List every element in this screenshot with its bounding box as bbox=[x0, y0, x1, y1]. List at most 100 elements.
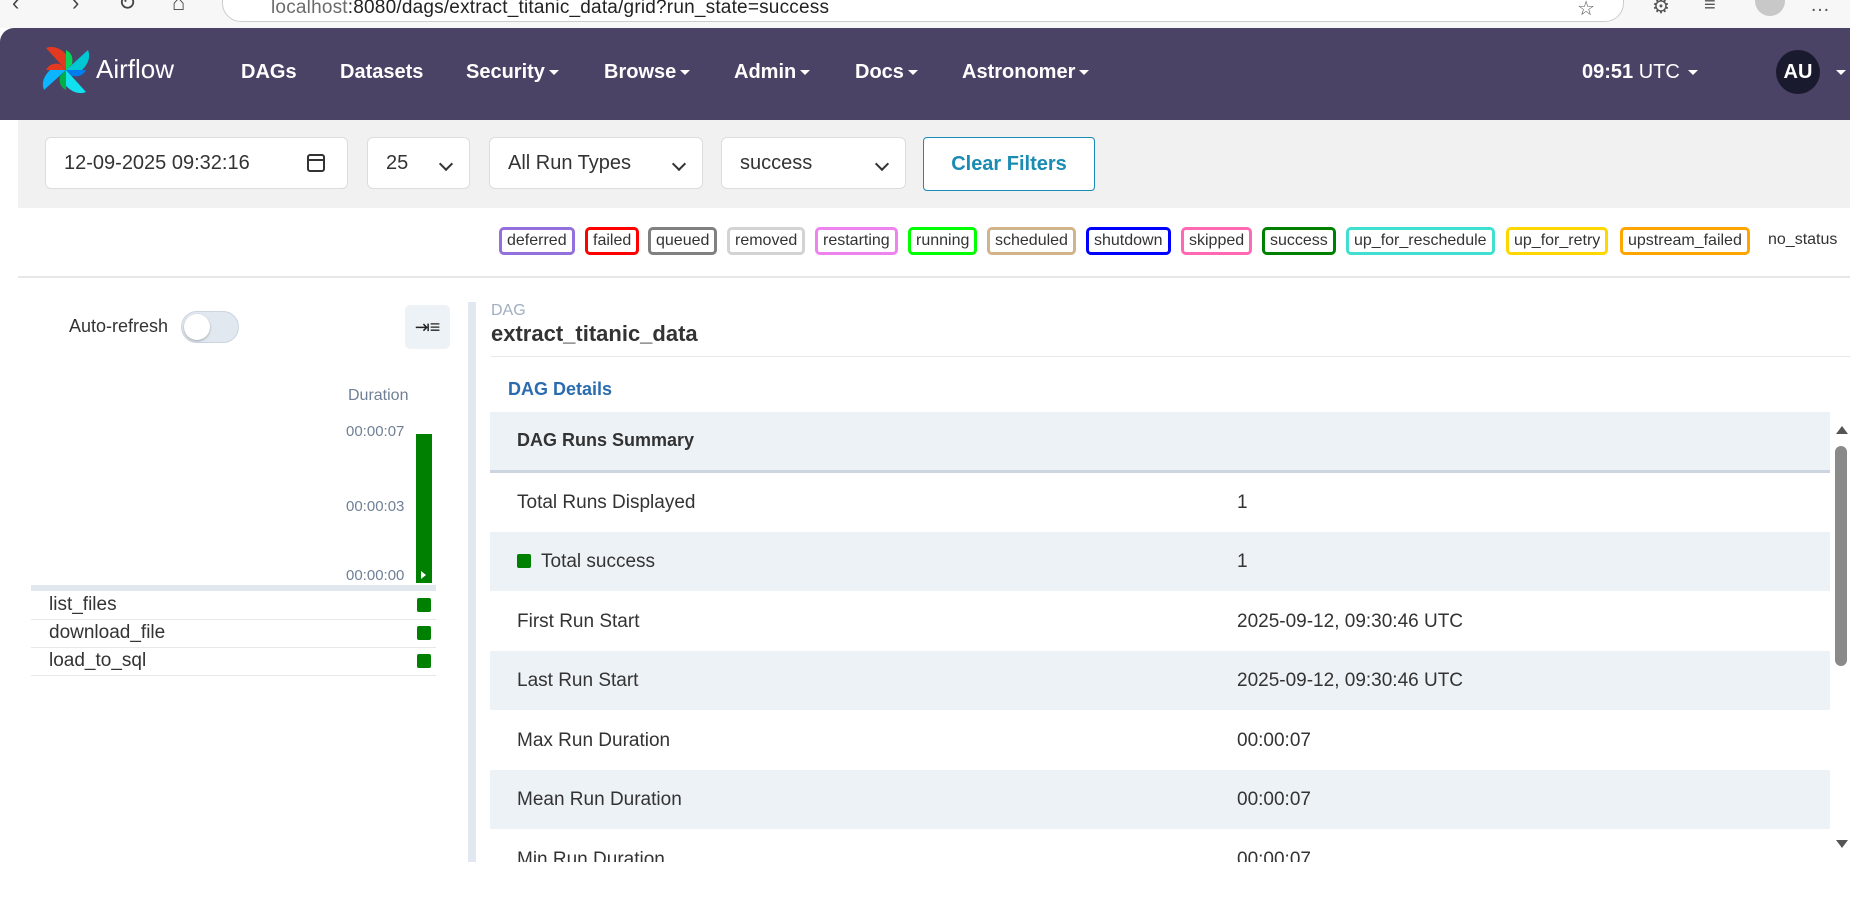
duration-tick: 00:00:03 bbox=[346, 498, 405, 515]
dag-id-title[interactable]: extract_titanic_data bbox=[491, 321, 698, 347]
calendar-icon[interactable] bbox=[307, 154, 325, 172]
chevron-down-icon bbox=[438, 156, 454, 172]
legend-restarting[interactable]: restarting bbox=[815, 227, 898, 255]
table-row: First Run Start 2025-09-12, 09:30:46 UTC bbox=[490, 592, 1830, 651]
row-value: 00:00:07 bbox=[1237, 789, 1311, 810]
table-row: Total success 1 bbox=[490, 532, 1830, 591]
run-state-select[interactable]: success bbox=[721, 137, 906, 189]
forward-icon[interactable]: › bbox=[72, 0, 79, 16]
collapse-panel-button[interactable]: ⇥≡ bbox=[405, 305, 450, 349]
run-type-select[interactable]: All Run Types bbox=[489, 137, 703, 189]
table-row: Max Run Duration 00:00:07 bbox=[490, 711, 1830, 770]
task-instance-status[interactable] bbox=[417, 654, 431, 668]
extensions-icon[interactable]: ⚙ bbox=[1652, 0, 1670, 19]
back-icon[interactable]: ‹ bbox=[12, 0, 19, 16]
divider bbox=[491, 356, 1850, 357]
nav-astronomer[interactable]: Astronomer bbox=[962, 61, 1090, 84]
legend-deferred[interactable]: deferred bbox=[499, 227, 575, 255]
task-name[interactable]: download_file bbox=[49, 622, 165, 644]
clear-filters-button[interactable]: Clear Filters bbox=[923, 137, 1095, 191]
nav-datasets[interactable]: Datasets bbox=[340, 61, 423, 84]
collapse-panel-icon: ⇥≡ bbox=[414, 317, 441, 337]
chevron-down-icon bbox=[874, 156, 890, 172]
row-key: Total success bbox=[517, 551, 655, 573]
legend-no-status[interactable]: no_status bbox=[1768, 231, 1837, 249]
browser-profile-icon[interactable] bbox=[1755, 0, 1785, 16]
success-status-icon bbox=[517, 554, 531, 568]
row-value: 2025-09-12, 09:30:46 UTC bbox=[1237, 611, 1464, 632]
row-value: 00:00:07 bbox=[1237, 730, 1311, 751]
home-icon[interactable]: ⌂ bbox=[172, 0, 185, 16]
user-avatar[interactable]: AU bbox=[1776, 50, 1820, 94]
duration-tick: 00:00:07 bbox=[346, 423, 405, 440]
task-instance-status[interactable] bbox=[417, 598, 431, 612]
auto-refresh-toggle[interactable] bbox=[181, 311, 239, 343]
row-value: 1 bbox=[1237, 551, 1248, 572]
more-icon[interactable]: … bbox=[1810, 0, 1830, 17]
nav-security[interactable]: Security bbox=[466, 61, 559, 84]
base-date-input[interactable]: 12-09-2025 09:32:16 bbox=[45, 137, 348, 189]
legend-failed[interactable]: failed bbox=[585, 227, 640, 255]
scrollbar-thumb[interactable] bbox=[1835, 446, 1847, 666]
favorites-icon[interactable]: ≡ bbox=[1704, 0, 1716, 17]
nav-browse[interactable]: Browse bbox=[604, 61, 691, 84]
legend-removed[interactable]: removed bbox=[727, 227, 806, 255]
task-row[interactable]: download_file bbox=[31, 619, 436, 648]
tab-dag-details[interactable]: DAG Details bbox=[508, 379, 612, 400]
legend-shutdown[interactable]: shutdown bbox=[1086, 227, 1171, 255]
task-instance-status[interactable] bbox=[417, 626, 431, 640]
table-row: Total Runs Displayed 1 bbox=[490, 473, 1830, 532]
bookmark-star-icon[interactable]: ☆ bbox=[1577, 0, 1595, 21]
legend-success[interactable]: success bbox=[1262, 227, 1336, 255]
breadcrumb-label: DAG bbox=[491, 302, 526, 319]
nav-docs[interactable]: Docs bbox=[855, 61, 918, 84]
chevron-down-icon bbox=[907, 70, 918, 76]
nav-dags[interactable]: DAGs bbox=[241, 61, 297, 84]
task-name[interactable]: list_files bbox=[49, 594, 117, 616]
summary-header-label: DAG Runs Summary bbox=[517, 430, 695, 450]
chevron-down-icon bbox=[1079, 70, 1090, 76]
chevron-down-icon[interactable] bbox=[1836, 70, 1846, 75]
table-row: Last Run Start 2025-09-12, 09:30:46 UTC bbox=[490, 651, 1830, 710]
auto-refresh-label: Auto-refresh bbox=[69, 316, 169, 336]
top-navbar: Airflow DAGs Datasets Security Browse Ad… bbox=[0, 28, 1850, 120]
toggle-knob bbox=[184, 314, 210, 340]
task-row[interactable]: list_files bbox=[31, 591, 436, 620]
scroll-up-icon[interactable] bbox=[1836, 426, 1848, 434]
chevron-down-icon bbox=[1687, 70, 1698, 76]
task-row[interactable]: load_to_sql bbox=[31, 647, 436, 676]
duration-axis-label: Duration bbox=[348, 387, 409, 404]
panel-resize-handle[interactable] bbox=[468, 302, 476, 862]
row-value: 2025-09-12, 09:30:46 UTC bbox=[1237, 670, 1464, 691]
address-bar[interactable]: localhost:8080/dags/extract_titanic_data… bbox=[222, 0, 1624, 22]
legend-running[interactable]: running bbox=[908, 227, 978, 255]
dag-run-duration-bar[interactable] bbox=[416, 434, 432, 583]
chevron-down-icon bbox=[800, 70, 811, 76]
scroll-down-icon[interactable] bbox=[1836, 840, 1848, 848]
row-key: Total Runs Displayed bbox=[517, 492, 696, 513]
airflow-logo-icon[interactable] bbox=[38, 42, 94, 98]
filter-bar: 12-09-2025 09:32:16 25 All Run Types suc… bbox=[18, 120, 1850, 208]
nav-admin[interactable]: Admin bbox=[734, 61, 811, 84]
reload-icon[interactable]: ↻ bbox=[118, 0, 136, 16]
details-scrollbar[interactable] bbox=[1832, 422, 1850, 852]
task-name[interactable]: load_to_sql bbox=[49, 650, 146, 672]
browser-toolbar: ‹ › ↻ ⌂ localhost:8080/dags/extract_tita… bbox=[0, 0, 1850, 28]
legend-upstream-failed[interactable]: upstream_failed bbox=[1620, 227, 1750, 255]
legend-up-for-reschedule[interactable]: up_for_reschedule bbox=[1346, 227, 1495, 255]
legend-skipped[interactable]: skipped bbox=[1181, 227, 1253, 255]
row-key: Max Run Duration bbox=[517, 730, 671, 751]
row-key: First Run Start bbox=[517, 611, 640, 632]
chevron-down-icon bbox=[680, 70, 691, 76]
chevron-down-icon bbox=[548, 70, 559, 76]
legend-queued[interactable]: queued bbox=[648, 227, 718, 255]
table-row: Mean Run Duration 00:00:07 bbox=[490, 770, 1830, 829]
legend-up-for-retry[interactable]: up_for_retry bbox=[1506, 227, 1609, 255]
num-runs-select[interactable]: 25 bbox=[367, 137, 470, 189]
brand-name[interactable]: Airflow bbox=[96, 54, 174, 85]
row-key: Last Run Start bbox=[517, 670, 639, 691]
clock-timezone-menu[interactable]: 09:51 UTC bbox=[1582, 61, 1698, 84]
legend-scheduled[interactable]: scheduled bbox=[987, 227, 1076, 255]
run-play-icon bbox=[421, 571, 426, 579]
duration-tick: 00:00:00 bbox=[346, 567, 405, 584]
